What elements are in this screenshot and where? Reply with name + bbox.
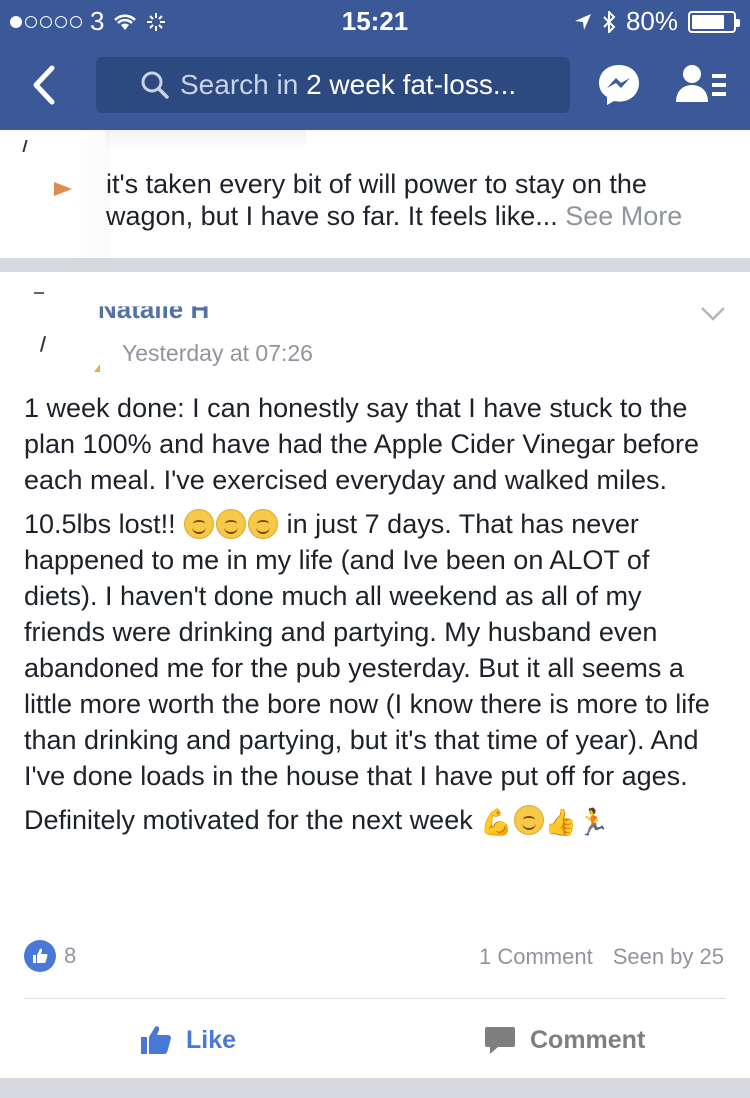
thumbs-up-icon: 👍 — [544, 807, 577, 837]
smile-emoji-icon — [513, 805, 544, 835]
see-more-link[interactable]: See More — [565, 201, 682, 231]
messenger-button[interactable] — [596, 62, 642, 108]
search-placeholder: Search in 2 week fat-loss... — [180, 69, 517, 100]
status-right: 80% — [574, 6, 740, 37]
previous-post-text: it's taken every bit of will power to st… — [106, 169, 683, 231]
group-search-input[interactable]: Search in 2 week fat-loss... — [96, 57, 570, 113]
smile-emoji-icon — [184, 509, 215, 539]
comment-bubble-icon — [485, 1027, 515, 1054]
like-reaction-icon — [24, 940, 56, 972]
runner-icon: 🏃 — [576, 807, 610, 837]
smile-emoji-icon — [216, 509, 247, 539]
bluetooth-icon — [603, 10, 616, 33]
member-list-icon — [676, 65, 726, 102]
smile-emoji-icon — [248, 509, 279, 539]
flexed-biceps-icon: 💪 — [480, 807, 513, 837]
comment-count[interactable]: 1 Comment — [479, 944, 593, 970]
author-avatar[interactable] — [20, 288, 104, 372]
like-count: 8 — [64, 943, 77, 968]
avatar-fragment-arrow — [54, 182, 72, 196]
battery-icon — [688, 10, 740, 33]
post-divider — [0, 258, 750, 272]
post-paragraph-3: Definitely motivated for the next week 💪… — [24, 802, 724, 840]
action-divider — [24, 998, 726, 999]
previous-post[interactable]: it's taken every bit of will power to st… — [0, 130, 750, 258]
chevron-down-icon — [701, 307, 725, 321]
post-body: 1 week done: I can honestly say that I h… — [24, 390, 724, 848]
group-post: Natalie H Yesterday at 07:26 1 week done… — [0, 272, 750, 1078]
comment-button-label: Comment — [530, 1025, 646, 1054]
like-button[interactable]: Like — [140, 1020, 236, 1060]
post-options-button[interactable] — [700, 306, 726, 322]
post-timestamp[interactable]: Yesterday at 07:26 — [122, 340, 313, 367]
post-paragraph-2: 10.5lbs lost!! in just 7 days. That has … — [24, 509, 710, 791]
author-name[interactable]: Natalie H — [98, 306, 209, 325]
chevron-left-icon — [33, 65, 55, 105]
location-arrow-icon — [574, 13, 591, 30]
seen-by-count[interactable]: Seen by 25 — [613, 944, 724, 970]
bottom-divider — [0, 1078, 750, 1098]
thumbs-up-icon — [141, 1026, 171, 1054]
battery-percent: 80% — [625, 6, 678, 36]
status-bar: 3 15:21 80% — [0, 0, 750, 42]
group-members-button[interactable] — [674, 62, 730, 108]
search-icon — [141, 71, 169, 99]
comment-button[interactable]: Comment — [484, 1020, 645, 1060]
post-stats: 1 Comment Seen by 25 — [479, 944, 724, 970]
blurred-author-name — [106, 130, 306, 150]
nav-bar: Search in 2 week fat-loss... — [0, 42, 750, 130]
reaction-summary[interactable]: 8 — [24, 940, 76, 972]
post-paragraph-1: 1 week done: I can honestly say that I h… — [24, 393, 700, 495]
like-button-label: Like — [186, 1025, 237, 1054]
back-button[interactable] — [24, 60, 64, 110]
messenger-icon — [599, 65, 639, 105]
